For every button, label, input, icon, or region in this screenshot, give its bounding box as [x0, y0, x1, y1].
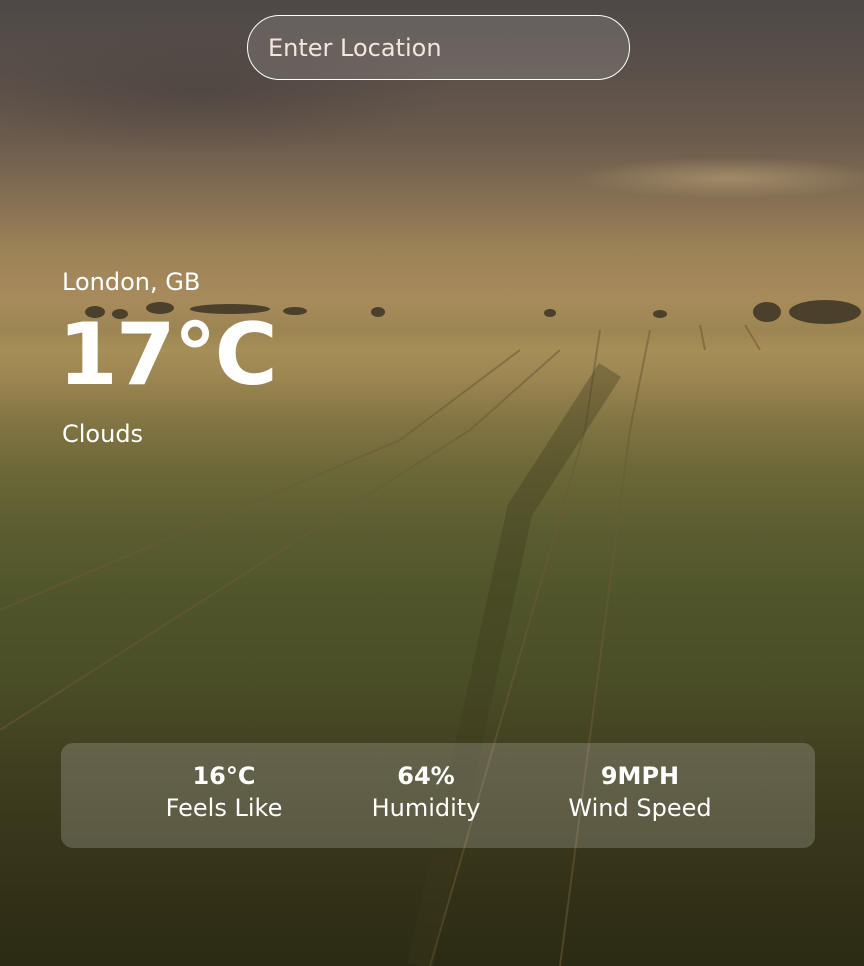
humidity-stat: 64% Humidity: [351, 761, 501, 825]
wind-speed-label: Wind Speed: [568, 794, 712, 822]
weather-details-panel: 16°C Feels Like 64% Humidity 9MPH Wind S…: [61, 743, 815, 848]
current-temperature: 17°C: [58, 305, 278, 405]
location-search-input[interactable]: [247, 15, 630, 80]
wind-speed-value: 9MPH: [600, 762, 680, 790]
field-tramlines: [0, 324, 761, 966]
feels-like-label: Feels Like: [165, 794, 283, 822]
feels-like-value: 16°C: [192, 762, 256, 790]
weather-condition: Clouds: [62, 420, 144, 448]
wind-speed-stat: 9MPH Wind Speed: [555, 761, 725, 825]
humidity-label: Humidity: [371, 794, 481, 822]
location-name: London, GB: [62, 268, 201, 296]
feels-like-stat: 16°C Feels Like: [149, 761, 299, 825]
humidity-value: 64%: [397, 762, 455, 790]
weather-app: London, GB 17°C Clouds 16°C Feels Like 6…: [0, 0, 864, 966]
search-bar: [247, 15, 630, 80]
